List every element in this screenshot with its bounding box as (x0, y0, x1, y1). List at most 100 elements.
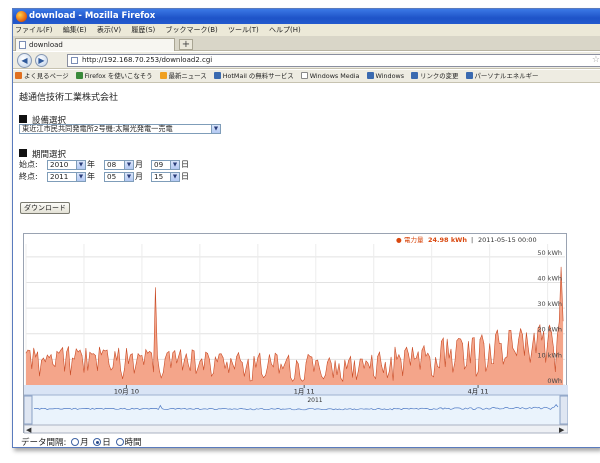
interval-selector: データ間隔: 月 日 時間 (21, 436, 142, 448)
data-point (367, 362, 369, 364)
data-point (70, 374, 71, 376)
data-point (473, 337, 475, 338)
bookmark-item[interactable]: 最新ニュース (159, 70, 207, 82)
menu-history[interactable]: 履歴(S) (131, 26, 155, 34)
data-point (383, 372, 384, 373)
data-point (261, 373, 262, 375)
y-tick-label: 40 kWh (537, 274, 562, 282)
end-year-select[interactable]: 2011 ▼ (47, 172, 86, 182)
data-point (330, 362, 332, 364)
new-tab-button[interactable]: + (179, 39, 193, 50)
bookmark-item[interactable]: パーソナルエネルギー (465, 70, 538, 82)
bookmark-item[interactable]: Firefox を使いこなそう (75, 70, 153, 82)
chevron-down-icon: ▼ (124, 173, 133, 181)
data-point (562, 320, 564, 322)
radio-day[interactable] (93, 438, 102, 446)
radio-hour[interactable] (115, 438, 124, 446)
data-point (269, 354, 270, 355)
data-point (74, 358, 75, 360)
desktop: download - Mozilla Firefox ファイル(F) 編集(E)… (0, 0, 600, 463)
data-point (558, 321, 560, 323)
data-point (485, 371, 487, 372)
data-point (365, 360, 367, 362)
forward-button[interactable]: ▶ (35, 54, 48, 67)
scroll-right-icon: ▶ (559, 426, 565, 434)
data-point (226, 361, 228, 363)
bookmark-item[interactable]: リンクの変更 (411, 70, 458, 82)
menu-bookmarks[interactable]: ブックマーク(B) (166, 26, 218, 34)
data-point (404, 350, 406, 351)
data-point (58, 352, 60, 354)
data-point (344, 359, 346, 361)
menu-file[interactable]: ファイル(F) (15, 26, 53, 34)
data-point (273, 366, 274, 368)
download-button[interactable]: ダウンロード (20, 202, 70, 214)
data-point (137, 353, 139, 354)
bookmark-item[interactable]: HotMail の無料サービス (213, 70, 294, 82)
data-point (390, 356, 392, 358)
y-tick-label: 50 kWh (537, 249, 562, 257)
data-point (421, 349, 423, 351)
data-point (101, 354, 102, 355)
data-point (307, 354, 309, 355)
menu-tools[interactable]: ツール(T) (228, 26, 259, 34)
data-point (155, 287, 156, 288)
data-point (528, 348, 529, 349)
data-point (319, 368, 320, 369)
data-point (414, 358, 415, 360)
start-year-select[interactable]: 2010 ▼ (47, 160, 86, 170)
data-point (170, 367, 172, 368)
data-point (282, 368, 284, 369)
menu-view[interactable]: 表示(V) (97, 26, 121, 34)
data-point (189, 370, 191, 371)
interval-option-label: 月 (80, 438, 89, 448)
equipment-select[interactable]: 東近江市民共同発電所2号機:太陽光発電一売電 ▼ (19, 124, 221, 134)
navigator-label: 2011 (307, 397, 322, 404)
bookmark-label: Firefox を使いこなそう (84, 72, 153, 80)
interval-option-hour[interactable]: 時間 (114, 438, 142, 447)
interval-option-day[interactable]: 日 (91, 438, 111, 447)
end-day-select[interactable]: 15 ▼ (151, 172, 180, 182)
unit-month: 月 (135, 172, 143, 181)
interval-option-month[interactable]: 月 (69, 438, 89, 448)
period-heading-text: 期間選択 (32, 150, 67, 160)
power-chart: 0Wh 10 kWh 20 kWh 30 kWh 40 kWh 50 kWh 10月 10 1… (23, 233, 568, 434)
bookmark-star-icon[interactable]: ☆ (592, 55, 600, 66)
square-bullet-icon (19, 115, 27, 123)
data-point (284, 363, 286, 364)
data-point (39, 375, 40, 377)
data-point (412, 347, 413, 348)
data-point (89, 351, 91, 353)
end-month-select[interactable]: 05 ▼ (104, 172, 134, 182)
data-point (425, 355, 427, 357)
data-point (31, 368, 33, 370)
bookmark-item[interactable]: Windows (366, 70, 404, 82)
url-bar[interactable]: http://192.168.70.253/download2.cgi ☆ (67, 54, 600, 67)
data-point (352, 377, 353, 378)
bookmark-item[interactable]: よく見るページ (15, 70, 69, 82)
data-point (110, 369, 112, 371)
start-month-select[interactable]: 08 ▼ (104, 160, 134, 170)
tab-download[interactable]: download (15, 38, 175, 51)
data-point (75, 348, 77, 350)
start-day-select[interactable]: 09 ▼ (151, 160, 180, 170)
data-point (47, 354, 48, 356)
data-point (323, 378, 324, 380)
data-point (255, 367, 257, 368)
data-point (479, 339, 481, 340)
legend-value: 24.98 kWh (428, 236, 467, 244)
data-point (240, 360, 241, 361)
data-point (263, 377, 264, 378)
firefox-logo-icon (16, 11, 27, 22)
data-point (427, 352, 429, 354)
menu-edit[interactable]: 編集(E) (63, 26, 87, 34)
data-point (545, 362, 546, 363)
bookmark-label: 最新ニュース (168, 72, 207, 80)
back-button[interactable]: ◀ (17, 53, 32, 68)
radio-month[interactable] (71, 438, 80, 446)
data-point (553, 346, 554, 348)
data-point (245, 367, 247, 368)
data-point (410, 365, 411, 366)
menu-help[interactable]: ヘルプ(H) (269, 26, 301, 34)
bookmark-item[interactable]: Windows Media (300, 70, 359, 82)
